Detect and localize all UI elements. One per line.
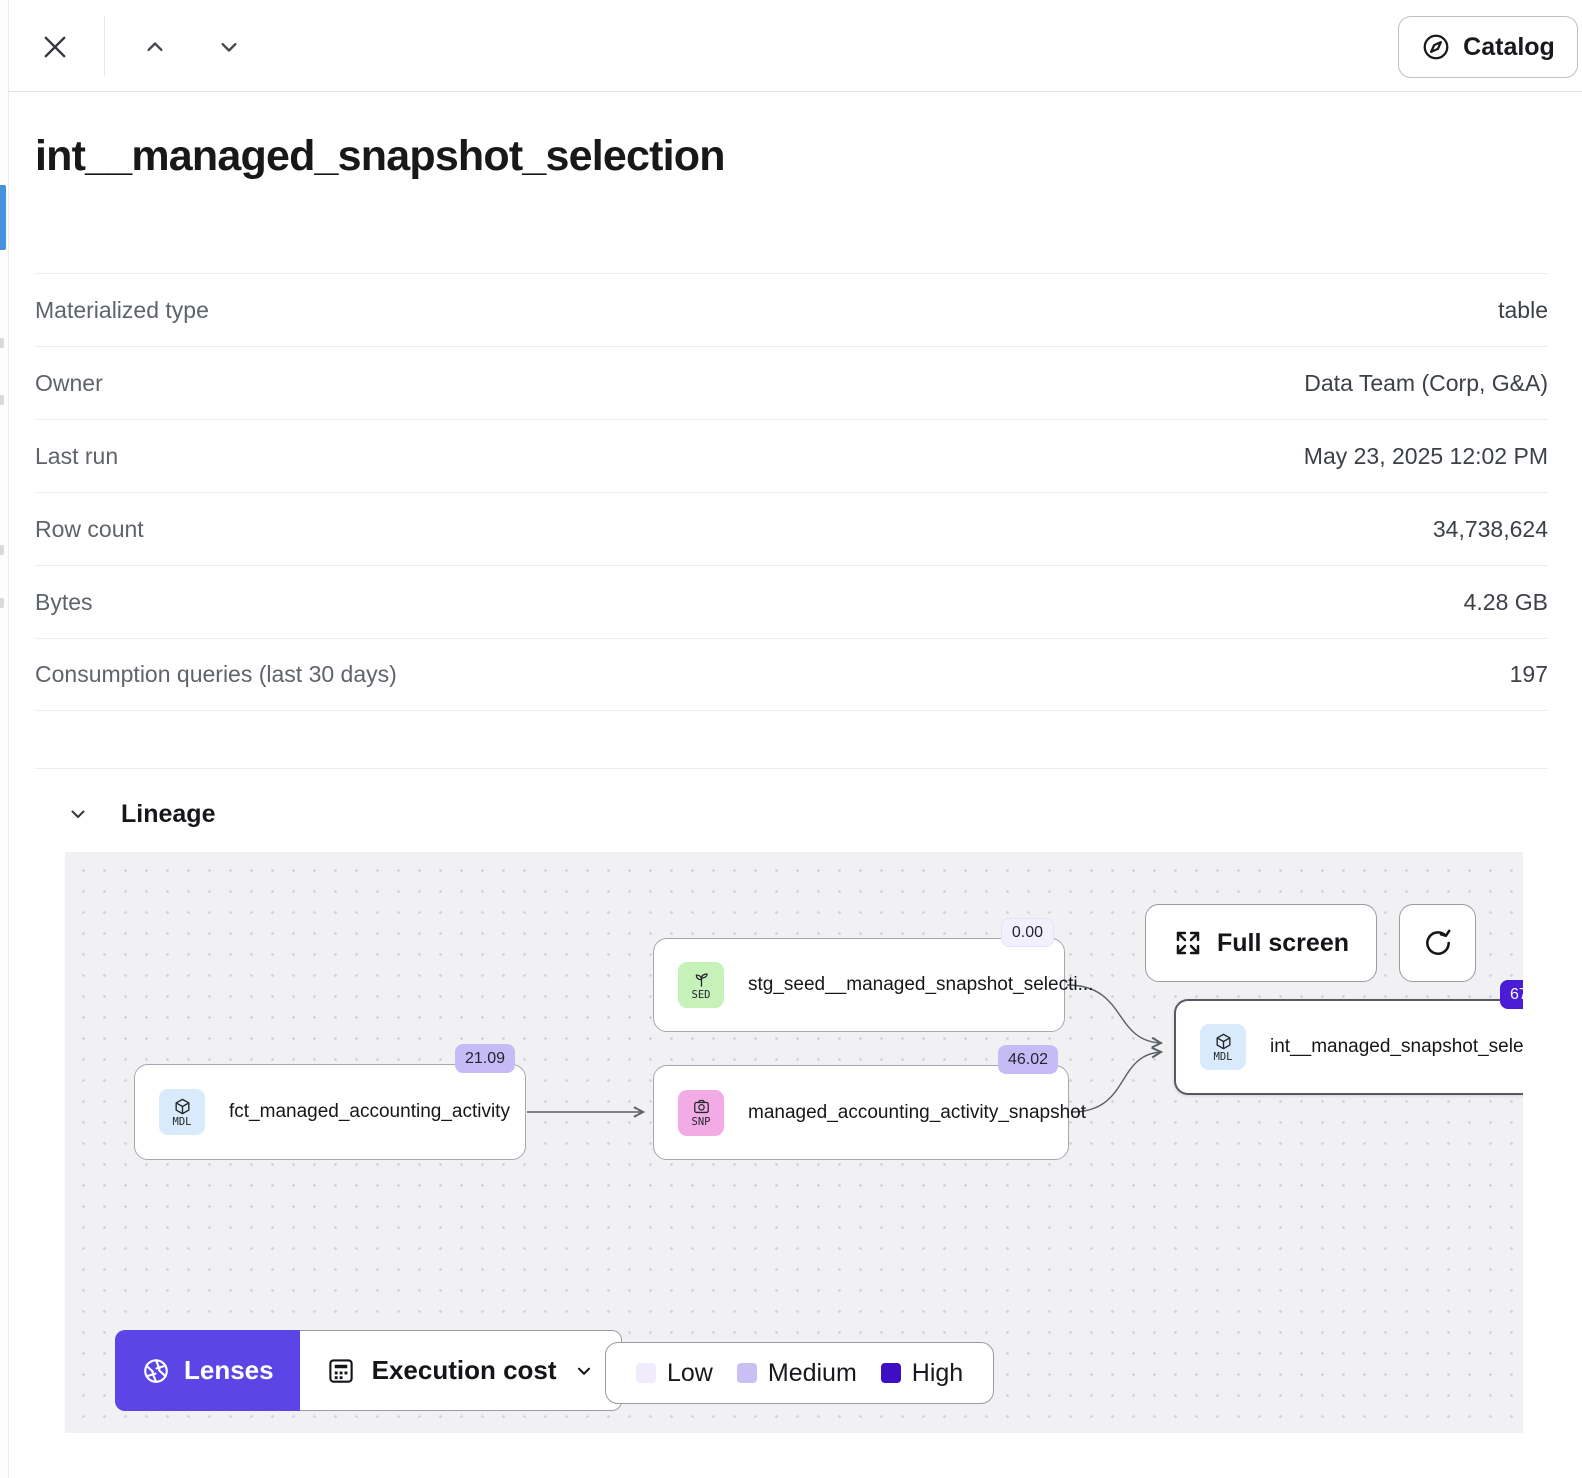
lineage-section-title: Lineage: [121, 800, 215, 829]
legend-label: Low: [667, 1359, 713, 1388]
catalog-detail-panel: Catalog int__managed_snapshot_selection …: [8, 0, 1582, 1478]
lenses-button[interactable]: Lenses: [115, 1330, 300, 1411]
node-label: fct_managed_accounting_activity: [229, 1101, 510, 1123]
chevron-down-icon: [573, 1360, 595, 1382]
execution-cost-badge: 21.09: [455, 1044, 515, 1073]
detail-value: 197: [1510, 661, 1548, 688]
close-button[interactable]: [35, 28, 75, 66]
detail-value: May 23, 2025 12:02 PM: [1304, 443, 1548, 470]
previous-item-button[interactable]: [135, 30, 175, 64]
chevron-up-icon: [141, 33, 169, 61]
lineage-node-managed-accounting-activity-snapshot[interactable]: 46.02 SNP managed_accounting_activity_sn…: [653, 1065, 1069, 1160]
detail-row-materialized-type: Materialized type table: [35, 273, 1548, 346]
camera-icon: [692, 1097, 711, 1116]
detail-row-bytes: Bytes 4.28 GB: [35, 565, 1548, 638]
sprout-icon: [692, 970, 711, 989]
detail-label: Owner: [35, 370, 103, 397]
node-label: int__managed_snapshot_selection: [1270, 1036, 1523, 1058]
background-scroll-indicator: [0, 185, 6, 250]
detail-label: Consumption queries (last 30 days): [35, 661, 397, 688]
detail-row-row-count: Row count 34,738,624: [35, 492, 1548, 565]
detail-label: Materialized type: [35, 297, 209, 324]
node-label: stg_seed__managed_snapshot_selecti...: [748, 974, 1093, 996]
detail-value: Data Team (Corp, G&A): [1304, 370, 1548, 397]
legend-label: Medium: [768, 1359, 857, 1388]
lineage-collapse-button[interactable]: [65, 801, 91, 827]
detail-label: Row count: [35, 516, 144, 543]
panel-toolbar: Catalog: [9, 0, 1582, 92]
grid-calculator-icon: [326, 1356, 356, 1386]
detail-value: table: [1498, 297, 1548, 324]
detail-label: Bytes: [35, 589, 93, 616]
background-partial-icon: [0, 545, 4, 555]
page-title: int__managed_snapshot_selection: [35, 132, 1556, 181]
legend-item-low: Low: [636, 1359, 713, 1388]
detail-label: Last run: [35, 443, 118, 470]
node-type-tag: MDL: [173, 1116, 192, 1128]
refresh-icon: [1422, 927, 1454, 959]
background-partial-icon: [0, 338, 4, 348]
detail-value: 34,738,624: [1433, 516, 1548, 543]
node-type-tag: MDL: [1214, 1051, 1233, 1063]
background-page-sliver: [0, 0, 8, 1478]
lineage-node-int-managed-snapshot-selection[interactable]: 67 MDL int__managed_snapshot_selection: [1174, 999, 1523, 1095]
legend-swatch-medium: [737, 1363, 757, 1383]
detail-row-last-run: Last run May 23, 2025 12:02 PM: [35, 419, 1548, 492]
legend-item-high: High: [881, 1359, 963, 1388]
lenses-button-label: Lenses: [184, 1355, 274, 1386]
cost-legend: Low Medium High: [605, 1342, 994, 1404]
compass-icon: [1421, 32, 1451, 62]
legend-swatch-high: [881, 1363, 901, 1383]
lens-selector[interactable]: Execution cost: [300, 1330, 622, 1411]
next-item-button[interactable]: [209, 30, 249, 64]
aperture-icon: [141, 1356, 171, 1386]
expand-arrows-icon: [1173, 928, 1203, 958]
lenses-control: Lenses Execution cost: [115, 1330, 622, 1411]
section-divider: [35, 768, 1548, 769]
details-table: Materialized type table Owner Data Team …: [35, 273, 1548, 711]
lineage-node-fct-managed-accounting-activity[interactable]: 21.09 MDL fct_managed_accounting_activit…: [134, 1064, 526, 1160]
fullscreen-button-label: Full screen: [1217, 929, 1349, 958]
x-icon: [38, 30, 72, 64]
model-icon: MDL: [159, 1089, 205, 1135]
model-icon: MDL: [1200, 1024, 1246, 1070]
cube-icon: [173, 1097, 192, 1116]
node-label: managed_accounting_activity_snapshot: [748, 1102, 1086, 1124]
toolbar-divider: [104, 16, 105, 76]
detail-value: 4.28 GB: [1464, 589, 1548, 616]
chevron-down-icon: [66, 802, 90, 826]
catalog-button-label: Catalog: [1463, 33, 1555, 62]
background-partial-icon: [0, 598, 4, 608]
detail-row-owner: Owner Data Team (Corp, G&A): [35, 346, 1548, 419]
background-partial-icon: [0, 395, 4, 405]
refresh-button[interactable]: [1399, 904, 1476, 982]
cube-icon: [1214, 1032, 1233, 1051]
snapshot-icon: SNP: [678, 1090, 724, 1136]
execution-cost-badge: 46.02: [998, 1045, 1058, 1074]
fullscreen-button[interactable]: Full screen: [1145, 904, 1377, 982]
lens-selector-value: Execution cost: [372, 1355, 557, 1386]
seed-icon: SED: [678, 962, 724, 1008]
lineage-section-header: Lineage: [65, 791, 1582, 837]
lineage-node-stg-seed-managed-snapshot-selection[interactable]: 0.00 SED stg_seed__managed_snapshot_sele…: [653, 938, 1065, 1032]
legend-swatch-low: [636, 1363, 656, 1383]
legend-item-medium: Medium: [737, 1359, 857, 1388]
execution-cost-badge: 0.00: [1001, 918, 1054, 947]
node-type-tag: SNP: [692, 1116, 711, 1128]
execution-cost-badge: 67: [1500, 980, 1523, 1009]
detail-row-consumption-queries: Consumption queries (last 30 days) 197: [35, 638, 1548, 711]
lineage-canvas[interactable]: 21.09 MDL fct_managed_accounting_activit…: [65, 852, 1523, 1433]
node-type-tag: SED: [692, 989, 711, 1001]
chevron-down-icon: [215, 33, 243, 61]
catalog-button[interactable]: Catalog: [1398, 16, 1578, 78]
legend-label: High: [912, 1359, 963, 1388]
